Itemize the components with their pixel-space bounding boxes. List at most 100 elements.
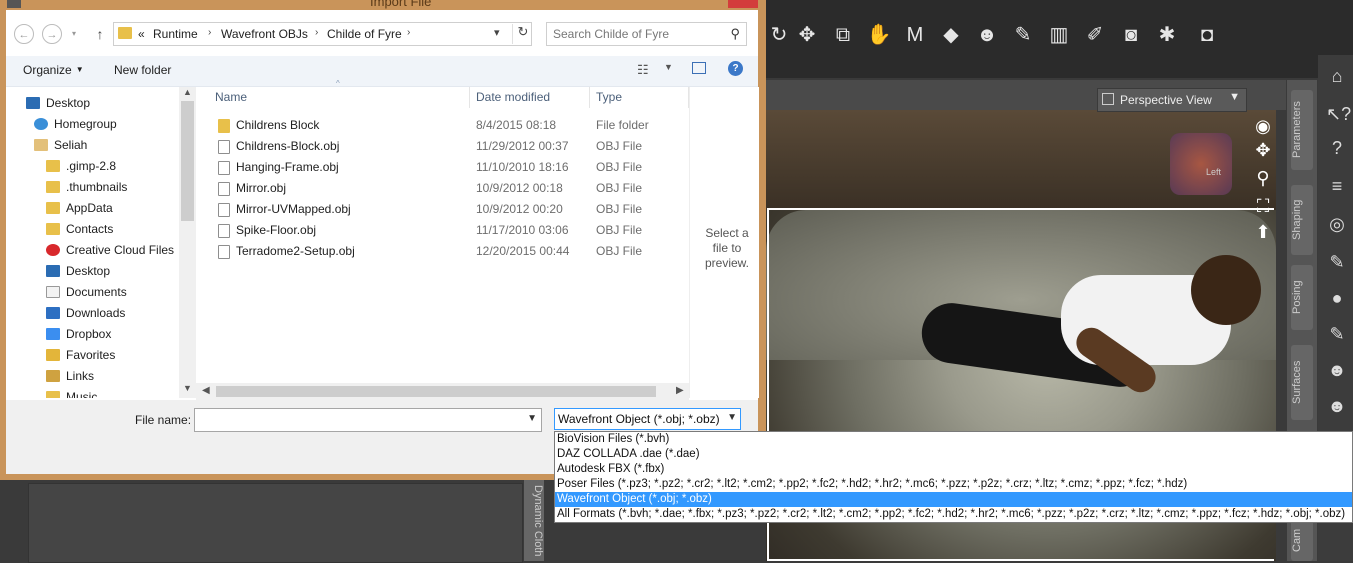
perspective-view-dropdown[interactable]: Perspective View ▼ bbox=[1097, 88, 1247, 112]
file-row[interactable]: Childrens-Block.obj 11/29/2012 00:37 OBJ F… bbox=[196, 136, 689, 157]
search-input[interactable] bbox=[547, 23, 729, 45]
pose-tool-icon[interactable]: ✎ bbox=[1326, 251, 1348, 273]
file-type: OBJ File bbox=[596, 223, 643, 237]
file-type-option[interactable]: BioVision Files (*.bvh) bbox=[555, 432, 1352, 447]
recent-locations-icon[interactable]: ▾ bbox=[64, 24, 84, 44]
tab-parameters[interactable]: Parameters bbox=[1291, 90, 1313, 170]
file-row[interactable]: Mirror.obj 10/9/2012 00:18 OBJ File bbox=[196, 178, 689, 199]
downloads-icon bbox=[46, 307, 60, 319]
nav-item-label: AppData bbox=[66, 201, 113, 215]
home-icon[interactable]: ⌂ bbox=[1326, 65, 1348, 87]
orbit-icon[interactable]: ◉ bbox=[1250, 116, 1276, 138]
chevron-right-icon[interactable]: › bbox=[208, 27, 211, 38]
scroll-thumb[interactable] bbox=[216, 386, 656, 397]
file-type-option[interactable]: Poser Files (*.pz3; *.pz2; *.cr2; *.lt2;… bbox=[555, 477, 1352, 492]
chevron-right-icon[interactable]: › bbox=[315, 27, 318, 38]
view-cube[interactable]: Left bbox=[1170, 133, 1232, 195]
help-icon[interactable]: ? bbox=[728, 61, 743, 76]
align-icon[interactable]: ≡ bbox=[1326, 175, 1348, 197]
up-button[interactable]: ↑ bbox=[92, 24, 108, 44]
refresh-icon[interactable]: ↻ bbox=[512, 24, 533, 44]
tab-camera[interactable]: Cam bbox=[1291, 520, 1313, 561]
frame-icon[interactable]: ⛶ bbox=[1250, 196, 1276, 218]
column-header-type[interactable]: Type bbox=[596, 87, 622, 108]
close-button[interactable] bbox=[728, 0, 758, 8]
file-row[interactable]: Spike-Floor.obj 11/17/2010 03:06 OBJ File bbox=[196, 220, 689, 241]
chevron-right-icon[interactable]: › bbox=[407, 27, 410, 38]
preview-pane-icon[interactable] bbox=[692, 62, 706, 74]
tab-surfaces[interactable]: Surfaces bbox=[1291, 345, 1313, 420]
file-type-option[interactable]: Autodesk FBX (*.fbx) bbox=[555, 462, 1352, 477]
scroll-up-icon[interactable]: ▲ bbox=[183, 87, 192, 97]
file-type-option[interactable]: All Formats (*.bvh; *.dae; *.fbx; *.pz3;… bbox=[555, 507, 1352, 522]
file-list-hscrollbar[interactable]: ◀ ▶ bbox=[196, 383, 689, 400]
edit-tool-icon[interactable]: ✐ bbox=[1082, 22, 1108, 48]
scroll-thumb[interactable] bbox=[181, 101, 194, 221]
organize-button[interactable]: Organize ▼ bbox=[23, 63, 84, 77]
scroll-right-icon[interactable]: ▶ bbox=[676, 385, 684, 396]
node-icon[interactable]: ● bbox=[1326, 287, 1348, 309]
scale-tool-icon[interactable]: ⧉ bbox=[830, 22, 856, 48]
nav-scrollbar[interactable]: ▲ ▼ bbox=[179, 87, 196, 398]
tab-posing[interactable]: Posing bbox=[1291, 265, 1313, 330]
brush-tool-icon[interactable]: ▥ bbox=[1046, 22, 1072, 48]
zoom-icon[interactable]: ⚲ bbox=[1250, 168, 1276, 190]
camera-icon[interactable]: ◘ bbox=[1194, 22, 1220, 48]
search-icon[interactable]: ⚲ bbox=[730, 26, 740, 42]
breadcrumb-overflow[interactable]: « bbox=[138, 27, 145, 41]
figure-tool-icon[interactable]: ☻ bbox=[974, 22, 1000, 48]
tab-dynamic-cloth[interactable]: Dynamic Cloth bbox=[524, 480, 544, 561]
reset-view-icon[interactable]: ⬆ bbox=[1250, 222, 1276, 244]
help-icon[interactable]: ? bbox=[1326, 137, 1348, 159]
column-header-date[interactable]: Date modified bbox=[476, 87, 550, 108]
address-bar[interactable]: « Runtime › Wavefront OBJs › Childe of F… bbox=[113, 22, 532, 46]
file-row[interactable]: Terradome2-Setup.obj 12/20/2015 00:44 OBJ … bbox=[196, 241, 689, 262]
back-button[interactable]: ← bbox=[14, 24, 34, 44]
node-select-icon[interactable]: ✱ bbox=[1154, 22, 1180, 48]
scroll-down-icon[interactable]: ▼ bbox=[183, 383, 192, 393]
scroll-left-icon[interactable]: ◀ bbox=[202, 385, 210, 396]
dialog-titlebar[interactable]: Import File bbox=[0, 0, 766, 10]
breadcrumb-childe-of-fyre[interactable]: Childe of Fyre bbox=[327, 27, 402, 41]
camera-plus-icon[interactable]: ◙ bbox=[1118, 22, 1144, 48]
app-toolbar: ↻ ✥ ⧉ ✋ M ◆ ☻ ✎ ▥ ✐ ◙ ✱ ◘ bbox=[760, 0, 1353, 78]
file-row[interactable]: Hanging-Frame.obj 11/10/2010 18:16 OBJ Fil… bbox=[196, 157, 689, 178]
translate-tool-icon[interactable]: ✥ bbox=[794, 22, 820, 48]
breadcrumb-runtime[interactable]: Runtime bbox=[153, 27, 198, 41]
whats-this-icon[interactable]: ↖? bbox=[1326, 103, 1351, 125]
tab-shaping[interactable]: Shaping bbox=[1291, 185, 1313, 255]
file-row[interactable]: Mirror-UVMapped.obj 10/9/2012 00:20 OBJ Fi… bbox=[196, 199, 689, 220]
file-name-combobox[interactable]: ▼ bbox=[194, 408, 542, 433]
figure-icon[interactable]: ☻ bbox=[1326, 359, 1348, 381]
nav-item-label: Homegroup bbox=[54, 117, 117, 131]
view-options-icon[interactable]: ☷ bbox=[637, 62, 649, 78]
nav-item-label: Music bbox=[66, 390, 98, 398]
rotate-tool-icon[interactable]: ↻ bbox=[766, 22, 792, 48]
column-header-name[interactable]: Name bbox=[215, 87, 247, 108]
breadcrumb-wavefront-objs[interactable]: Wavefront OBJs bbox=[221, 27, 308, 41]
new-folder-button[interactable]: New folder bbox=[114, 63, 171, 77]
smart-content-icon[interactable]: ◎ bbox=[1326, 213, 1348, 235]
joint-editor-icon[interactable]: ✋ bbox=[866, 22, 892, 48]
chevron-down-icon[interactable]: ▾ bbox=[494, 26, 500, 39]
file-type-select[interactable]: Wavefront Object (*.obj; *.obz) ▼ bbox=[554, 408, 741, 430]
figure-2-icon[interactable]: ☻ bbox=[1326, 395, 1348, 417]
pan-icon[interactable]: ✥ bbox=[1250, 140, 1276, 162]
column-separator[interactable] bbox=[589, 87, 590, 108]
file-name-input[interactable] bbox=[195, 409, 519, 433]
column-separator[interactable] bbox=[469, 87, 470, 108]
morph-tool-icon[interactable]: M bbox=[902, 22, 928, 48]
file-type-option[interactable]: DAZ COLLADA .dae (*.dae) bbox=[555, 447, 1352, 462]
forward-button[interactable]: → bbox=[42, 24, 62, 44]
geometry-tool-icon[interactable]: ✎ bbox=[1010, 22, 1036, 48]
search-box[interactable]: ⚲ bbox=[546, 22, 747, 46]
chevron-down-icon[interactable]: ▼ bbox=[727, 412, 737, 423]
dialog-title: Import File bbox=[370, 0, 432, 9]
joint-icon[interactable]: ✎ bbox=[1326, 323, 1348, 345]
file-icon bbox=[218, 161, 230, 175]
caret-down-icon[interactable]: ▼ bbox=[664, 62, 673, 72]
file-type-option[interactable]: Wavefront Object (*.obj; *.obz) bbox=[555, 492, 1352, 507]
file-row[interactable]: Childrens Block 8/4/2015 08:18 File folder bbox=[196, 115, 689, 136]
surface-tool-icon[interactable]: ◆ bbox=[938, 22, 964, 48]
chevron-down-icon[interactable]: ▼ bbox=[527, 413, 537, 424]
